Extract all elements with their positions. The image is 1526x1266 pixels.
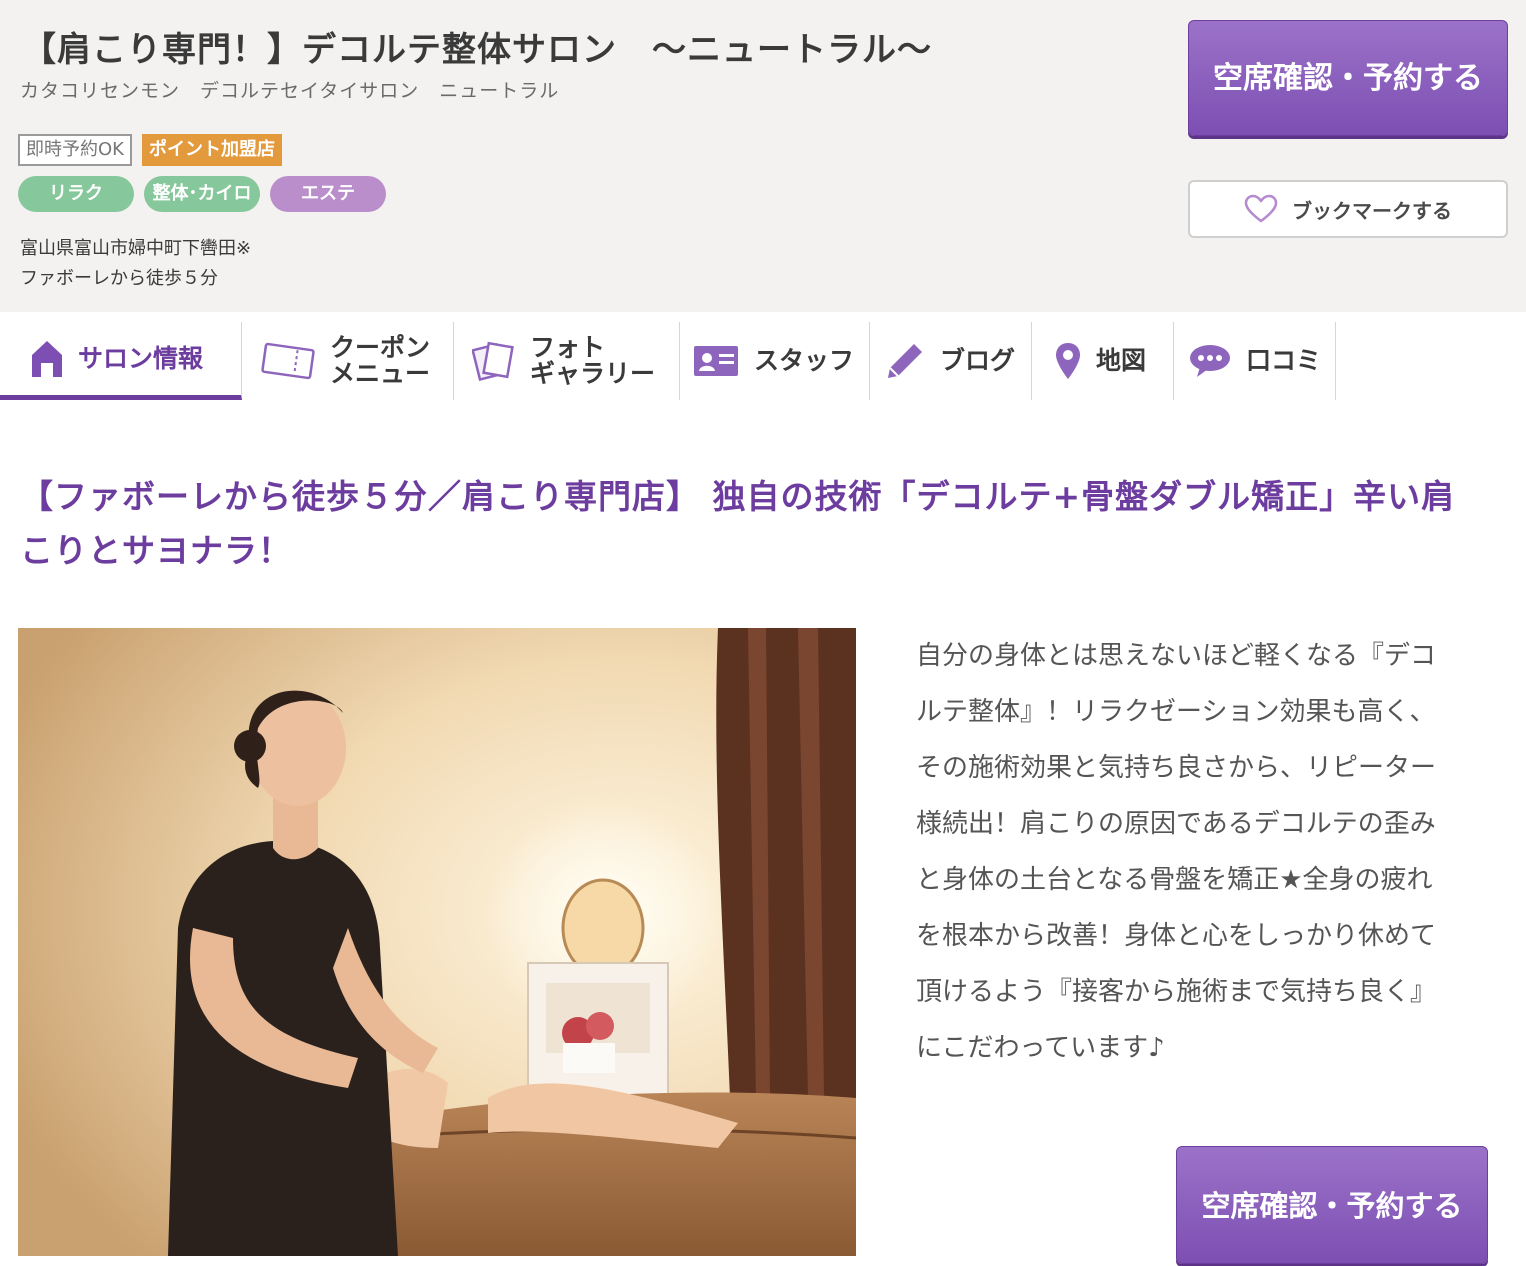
- genre-tag-relax[interactable]: リラク: [18, 176, 134, 212]
- tab-map[interactable]: 地図: [1032, 322, 1174, 400]
- reserve-button-bottom[interactable]: 空席確認・予約する: [1176, 1146, 1488, 1264]
- salon-tab-nav: サロン情報 クーポン メニュー フォト ギャラリー スタッフ ブログ 地図 口コ…: [0, 322, 1336, 400]
- tab-label: クーポン メニュー: [330, 335, 430, 387]
- access-text: ファボーレから徒歩５分: [20, 268, 218, 289]
- staff-card-icon: [694, 346, 738, 376]
- tab-label-line2: ギャラリー: [530, 359, 656, 388]
- salon-address: 富山県富山市婦中町下轡田※ ファボーレから徒歩５分: [20, 234, 251, 294]
- tab-label: ブログ: [940, 346, 1016, 375]
- tab-label: スタッフ: [754, 346, 855, 375]
- coupon-icon: [261, 342, 315, 380]
- salon-description: 自分の身体とは思えないほど軽くなる『デコルテ整体』！リラクゼーション効果も高く、…: [916, 641, 1437, 1063]
- photo-icon: [472, 341, 514, 381]
- reserve-button-top[interactable]: 空席確認・予約する: [1188, 20, 1508, 136]
- tab-label-line1: フォト: [530, 333, 606, 362]
- instant-booking-badge: 即時予約OK: [18, 134, 132, 166]
- tab-salon-info[interactable]: サロン情報: [0, 322, 242, 400]
- tab-label: 地図: [1096, 346, 1147, 375]
- tab-label-line2: メニュー: [330, 359, 431, 388]
- heart-icon: [1244, 194, 1278, 223]
- tab-label-line1: クーポン: [330, 333, 431, 362]
- salon-title: 【肩こり専門！】デコルテ整体サロン 〜ニュートラル〜: [22, 30, 932, 70]
- genre-tag-seitai[interactable]: 整体･カイロ: [144, 176, 260, 212]
- tab-blog[interactable]: ブログ: [870, 322, 1032, 400]
- tab-reviews[interactable]: 口コミ: [1174, 322, 1336, 400]
- tab-label: 口コミ: [1246, 346, 1322, 375]
- bookmark-label: ブックマークする: [1292, 198, 1452, 223]
- tab-photo-gallery[interactable]: フォト ギャラリー: [454, 322, 680, 400]
- point-member-badge: ポイント加盟店: [141, 134, 282, 166]
- salon-header: 【肩こり専門！】デコルテ整体サロン 〜ニュートラル〜 カタコリセンモン デコルテ…: [0, 0, 1526, 312]
- genre-tags: リラク 整体･カイロ エステ: [18, 176, 386, 212]
- genre-tag-esthe[interactable]: エステ: [270, 176, 386, 212]
- address-text: 富山県富山市婦中町下轡田※: [20, 238, 252, 259]
- bookmark-button[interactable]: ブックマークする: [1188, 180, 1508, 238]
- speech-bubble-icon: [1190, 345, 1230, 377]
- tab-staff[interactable]: スタッフ: [680, 322, 870, 400]
- tab-label: サロン情報: [78, 343, 204, 373]
- salon-photo: [18, 628, 856, 1256]
- pencil-icon: [888, 344, 922, 378]
- salon-kana-name: カタコリセンモン デコルテセイタイサロン ニュートラル: [20, 80, 560, 102]
- catch-copy-heading: 【ファボーレから徒歩５分／肩こり専門店】 独自の技術「デコルテ+骨盤ダブル矯正」…: [20, 477, 1456, 570]
- tab-coupon-menu[interactable]: クーポン メニュー: [242, 322, 454, 400]
- badge-row: 即時予約OK ポイント加盟店: [18, 134, 282, 166]
- home-icon: [32, 340, 62, 377]
- tab-label: フォト ギャラリー: [530, 335, 655, 387]
- map-pin-icon: [1056, 343, 1080, 379]
